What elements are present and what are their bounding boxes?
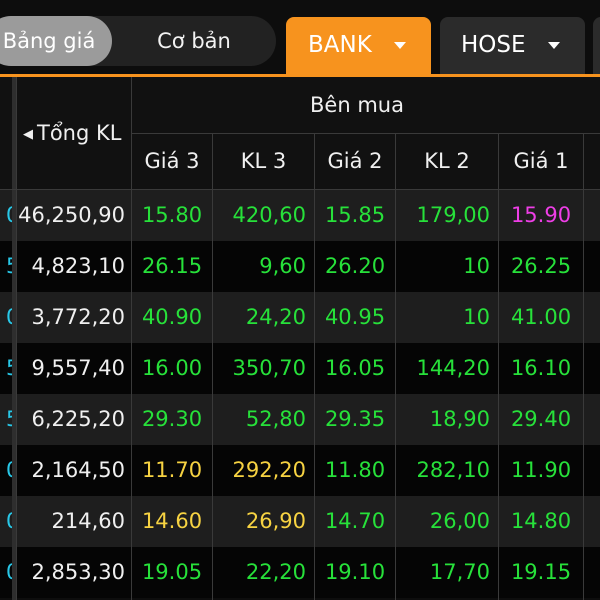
cell-kl2: 144,20 <box>416 356 490 380</box>
cell-kl2: 18,90 <box>429 407 490 431</box>
cell-gia3: 11.70 <box>141 458 203 482</box>
cell-kl3: 292,20 <box>232 458 306 482</box>
table-row[interactable]: 0 3,772,20 40.90 24,20 40.95 10 41.00 <box>0 292 600 343</box>
cell-gia1: 14.80 <box>510 509 572 533</box>
cell-edge-value: 0 <box>0 496 12 547</box>
cell-edge-value: 5 <box>0 241 12 292</box>
grid-line <box>16 77 17 600</box>
cell-gia3: 40.90 <box>141 305 203 329</box>
price-board: Bảng giá Cơ bản BANK HOSE ◀ Tổng KL Bên m… <box>0 0 600 600</box>
column-header-kl3[interactable]: KL 3 <box>213 133 314 190</box>
cell-gia2: 19.10 <box>324 560 386 584</box>
cell-edge-value: 0 <box>0 445 12 496</box>
cell-edge-value: 5 <box>0 394 12 445</box>
grid-line <box>314 133 315 600</box>
table-row[interactable]: 0 2,164,50 11.70 292,20 11.80 282,10 11.90 <box>0 445 600 496</box>
cell-kl2: 10 <box>463 254 490 278</box>
chevron-down-icon <box>394 42 406 49</box>
column-header-gia1[interactable]: Giá 1 <box>499 133 583 190</box>
cell-gia1: 26.25 <box>510 254 572 278</box>
cell-gia1: 15.90 <box>510 203 572 227</box>
cell-kl3: 52,80 <box>245 407 306 431</box>
cell-kl2: 17,70 <box>429 560 490 584</box>
cell-gia2: 16.05 <box>324 356 386 380</box>
cell-kl2: 26,00 <box>429 509 490 533</box>
cell-edge-value: 0 <box>0 292 12 343</box>
cell-kl3: 350,70 <box>232 356 306 380</box>
cell-kl2: 10 <box>463 305 490 329</box>
chevron-down-icon <box>548 42 560 49</box>
cell-gia3: 26.15 <box>141 254 203 278</box>
header-bottom-border <box>0 189 600 190</box>
cell-gia2: 14.70 <box>324 509 386 533</box>
cell-gia3: 15.80 <box>141 203 203 227</box>
cell-gia1: 29.40 <box>510 407 572 431</box>
total-volume-label: Tổng KL <box>37 121 122 145</box>
cell-gia3: 16.00 <box>141 356 203 380</box>
cell-gia1: 11.90 <box>510 458 572 482</box>
more-tab[interactable] <box>593 17 600 74</box>
grid-line <box>498 133 499 600</box>
table-row[interactable]: 046,250,90 15.80 420,60 15.85 179,00 15.90 <box>0 190 600 241</box>
cell-gia1: 16.10 <box>510 356 572 380</box>
grid-line <box>583 133 584 600</box>
cell-gia2: 29.35 <box>324 407 386 431</box>
grid-line <box>395 133 396 600</box>
cell-kl3: 26,90 <box>245 509 306 533</box>
segment-fundamentals[interactable]: Cơ bản <box>126 16 262 66</box>
cell-gia2: 11.80 <box>324 458 386 482</box>
cell-kl3: 9,60 <box>259 254 306 278</box>
table-row[interactable]: 0 2,853,30 19.05 22,20 19.10 17,70 19.15 <box>0 547 600 598</box>
cell-total-volume: 2,853,30 <box>31 560 125 584</box>
table-row[interactable]: 5 6,225,20 29.30 52,80 29.35 18,90 29.40 <box>0 394 600 445</box>
cell-total-volume: 3,772,20 <box>31 305 125 329</box>
cell-gia2: 15.85 <box>324 203 386 227</box>
cell-total-volume: 9,557,40 <box>31 356 125 380</box>
segment-price-board[interactable]: Bảng giá <box>0 16 112 66</box>
caret-left-icon: ◀ <box>23 127 33 142</box>
cell-total-volume: 46,250,90 <box>18 203 125 227</box>
cell-gia2: 26.20 <box>324 254 386 278</box>
column-header-gia2[interactable]: Giá 2 <box>315 133 395 190</box>
exchange-dropdown[interactable]: HOSE <box>440 17 585 74</box>
toolbar: Bảng giá Cơ bản BANK HOSE <box>0 0 600 77</box>
column-header-total-volume[interactable]: ◀ Tổng KL <box>17 77 131 190</box>
header-divider <box>132 133 600 134</box>
cell-gia1: 19.15 <box>510 560 572 584</box>
cell-kl3: 24,20 <box>245 305 306 329</box>
table-row[interactable]: 5 9,557,40 16.00 350,70 16.05 144,20 16.10 <box>0 343 600 394</box>
view-segment-control: Bảng giá Cơ bản <box>0 16 276 66</box>
cell-edge-value: 5 <box>0 343 12 394</box>
cell-kl3: 22,20 <box>245 560 306 584</box>
cell-total-volume: 4,823,10 <box>31 254 125 278</box>
cell-edge-value: 0 <box>0 547 12 598</box>
grid-line <box>131 77 132 600</box>
column-group-buy-side: Bên mua <box>310 93 404 117</box>
cell-kl2: 282,10 <box>416 458 490 482</box>
exchange-dropdown-label: HOSE <box>461 32 526 58</box>
cell-gia1: 41.00 <box>510 305 572 329</box>
cell-gia2: 40.95 <box>324 305 386 329</box>
cell-total-volume: 6,225,20 <box>31 407 125 431</box>
grid-line <box>212 133 213 600</box>
table-row[interactable]: 0 214,60 14.60 26,90 14.70 26,00 14.80 <box>0 496 600 547</box>
cell-edge-value: 0 <box>0 190 12 241</box>
cell-kl2: 179,00 <box>416 203 490 227</box>
column-header-gia3[interactable]: Giá 3 <box>132 133 212 190</box>
table-row[interactable]: 5 4,823,10 26.15 9,60 26.20 10 26.25 <box>0 241 600 292</box>
cell-kl3: 420,60 <box>232 203 306 227</box>
cell-gia3: 14.60 <box>141 509 203 533</box>
cell-gia3: 19.05 <box>141 560 203 584</box>
sector-dropdown-label: BANK <box>308 32 372 58</box>
sector-dropdown[interactable]: BANK <box>286 17 431 74</box>
column-header-kl2[interactable]: KL 2 <box>396 133 498 190</box>
cell-gia3: 29.30 <box>141 407 203 431</box>
cell-total-volume: 2,164,50 <box>31 458 125 482</box>
cell-total-volume: 214,60 <box>51 509 125 533</box>
